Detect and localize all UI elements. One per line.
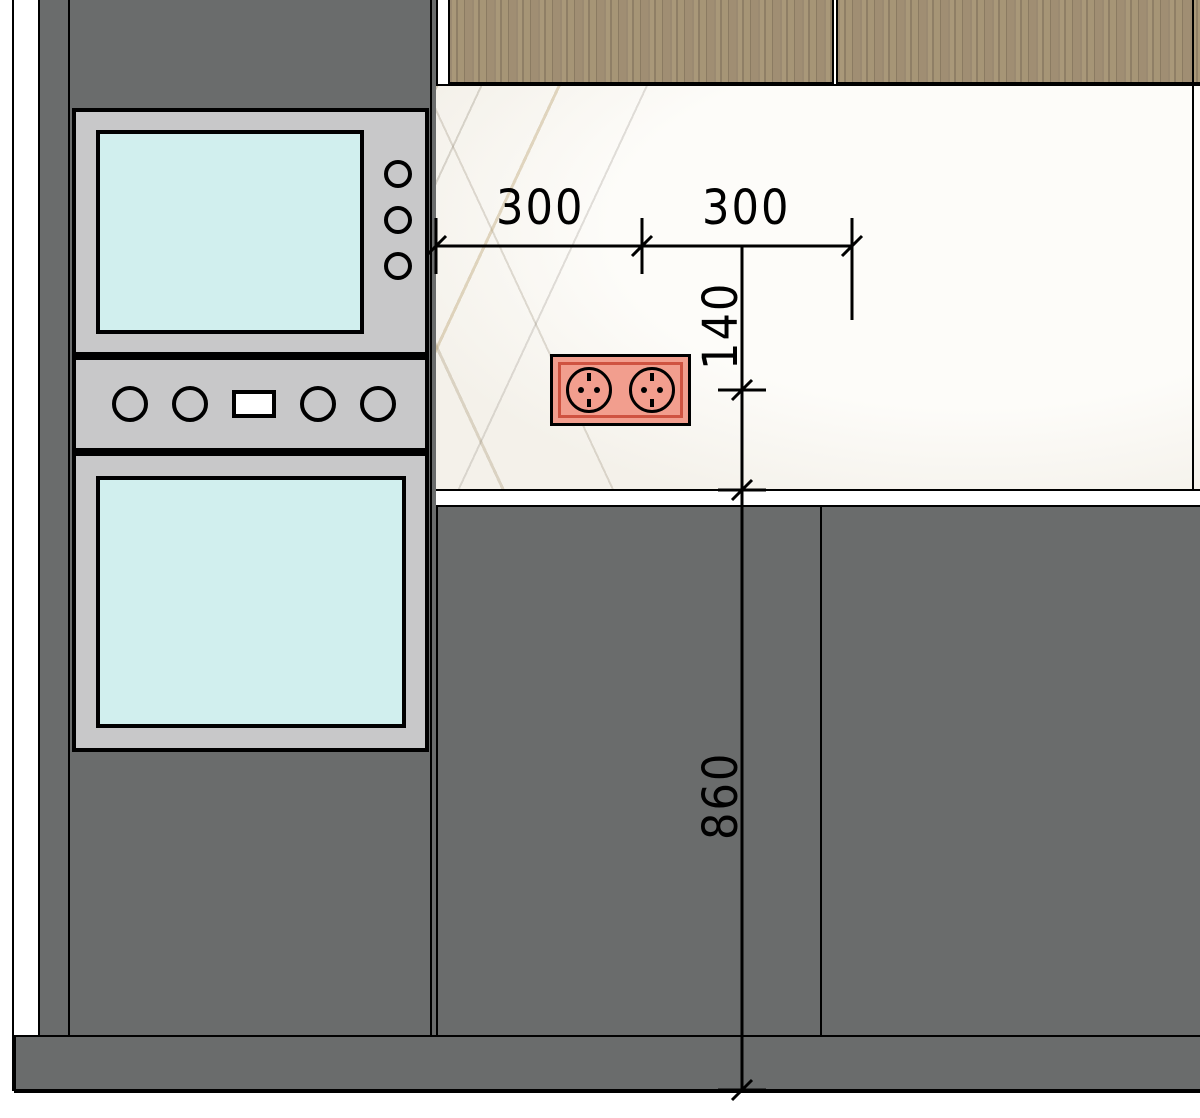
oven-knob-3 [300, 386, 336, 422]
oven-knob-2 [172, 386, 208, 422]
socket-2 [629, 367, 675, 413]
oven-display [232, 390, 276, 418]
left-wall-line [12, 0, 14, 1091]
microwave-knob-2 [384, 206, 412, 234]
dim-300-b: 300 [702, 180, 790, 236]
kitchen-elevation-diagram: 300 300 140 860 [0, 0, 1200, 1118]
dim-140: 140 [693, 282, 749, 370]
oven-controls [112, 386, 396, 422]
backsplash-marble [436, 84, 1200, 493]
microwave-knob-3 [384, 252, 412, 280]
oven-door [96, 476, 406, 728]
oven-knob-1 [112, 386, 148, 422]
dim-300-a: 300 [496, 180, 584, 236]
tall-cabinet-inner-right [430, 0, 432, 1035]
upper-cabinet-wood-left [448, 0, 834, 84]
base-cabinet-right [820, 505, 1200, 1039]
microwave-door [96, 130, 364, 334]
base-cabinet-left [436, 505, 824, 1039]
dim-860: 860 [693, 752, 749, 840]
floor-line [12, 1089, 1200, 1091]
tall-cabinet-inner-left [68, 0, 70, 1035]
plinth [14, 1035, 1200, 1093]
microwave-knob-1 [384, 160, 412, 188]
socket-1 [566, 367, 612, 413]
upper-cabinet-wood-right [836, 0, 1200, 84]
oven-knob-4 [360, 386, 396, 422]
